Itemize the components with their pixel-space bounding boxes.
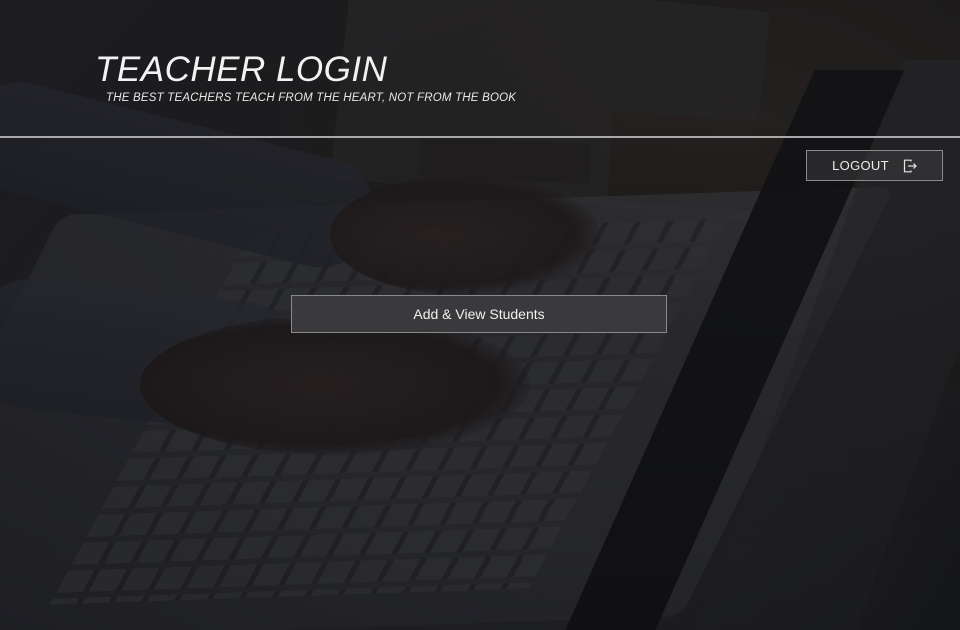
logout-label: LOGOUT <box>832 158 889 173</box>
header-divider <box>0 136 960 138</box>
page-subtitle: THE BEST TEACHERS TEACH FROM THE HEART, … <box>106 92 517 104</box>
logout-button[interactable]: LOGOUT <box>806 150 943 181</box>
page-header: TEACHER LOGIN THE BEST TEACHERS TEACH FR… <box>0 0 960 137</box>
page-title: TEACHER LOGIN <box>95 50 388 89</box>
add-view-students-button[interactable]: Add & View Students <box>291 295 667 333</box>
logout-icon <box>903 159 917 173</box>
